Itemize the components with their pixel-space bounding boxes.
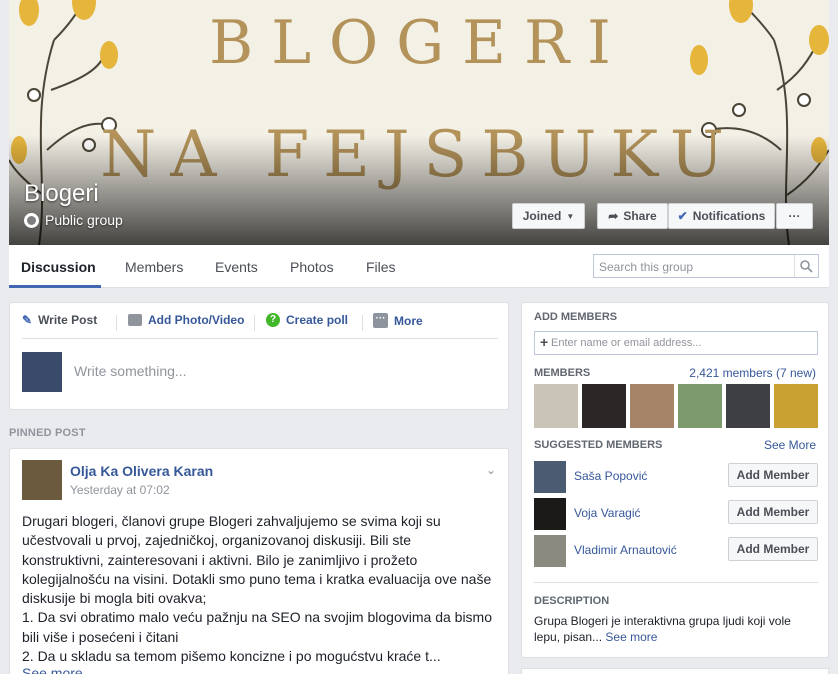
- avatar[interactable]: [534, 461, 566, 493]
- more-options-label: ···: [788, 209, 801, 223]
- post-body: Drugari blogeri, članovi grupe Blogeri z…: [22, 512, 498, 666]
- group-cover: BLOGERI NA FEJSBUKU Blogeri Public group…: [9, 0, 829, 245]
- post-composer: ✎ Write Post Add Photo/Video ? Create po…: [9, 302, 509, 410]
- group-name[interactable]: Blogeri: [24, 180, 99, 208]
- member-avatar[interactable]: [774, 384, 818, 428]
- member-avatar[interactable]: [678, 384, 722, 428]
- create-poll-label: Create poll: [286, 313, 349, 327]
- more-options-button[interactable]: ···: [776, 203, 813, 229]
- post-line: kolegijalnošću na visini. Dotakli smo pu…: [22, 570, 492, 587]
- description-heading: DESCRIPTION: [534, 595, 610, 607]
- write-post-label: Write Post: [38, 313, 98, 327]
- add-photo-label: Add Photo/Video: [148, 313, 245, 327]
- member-avatar[interactable]: [630, 384, 674, 428]
- globe-icon: [24, 212, 39, 228]
- write-post-tab[interactable]: ✎ Write Post: [22, 313, 97, 327]
- post-author[interactable]: Olja Ka Olivera Karan: [70, 463, 213, 479]
- post-line: učestvovali u prvoj, zajedničkoj, organi…: [22, 532, 412, 549]
- composer-divider: [22, 338, 498, 339]
- share-button-label: Share: [623, 209, 657, 223]
- group-privacy: Public group: [24, 212, 123, 228]
- post-line: diskusije bi mogla biti ovakva;: [22, 590, 207, 607]
- search-placeholder: Search this group: [599, 260, 694, 274]
- member-avatar[interactable]: [534, 384, 578, 428]
- post-line: 2. Da u skladu sa temom pišemo koncizne …: [22, 648, 441, 665]
- more-dots-icon: ···: [373, 313, 388, 328]
- notifications-button-label: Notifications: [692, 209, 766, 223]
- joined-button[interactable]: Joined ▼: [512, 203, 585, 229]
- tab-events[interactable]: Events: [215, 259, 258, 275]
- member-avatar[interactable]: [582, 384, 626, 428]
- see-more-members-link[interactable]: See More: [764, 438, 816, 452]
- post-line: Drugari blogeri, članovi grupe Blogeri z…: [22, 513, 441, 529]
- add-members-heading: ADD MEMBERS: [534, 311, 618, 323]
- chevron-down-icon[interactable]: ⌄: [486, 463, 496, 477]
- post-line: bili više i posećeni i čitani: [22, 628, 179, 645]
- suggested-member-name[interactable]: Voja Varagić: [574, 506, 641, 520]
- composer-input[interactable]: Write something...: [74, 363, 187, 379]
- notifications-button[interactable]: ✔ Notifications: [668, 203, 775, 229]
- add-member-button[interactable]: Add Member: [728, 463, 818, 487]
- add-members-placeholder: Enter name or email address...: [551, 337, 702, 349]
- divider: [254, 315, 255, 331]
- members-heading: MEMBERS: [534, 367, 591, 379]
- description-see-more-link[interactable]: See more: [605, 630, 657, 644]
- pinned-post-label: PINNED POST: [9, 427, 86, 439]
- sidebar-next-card: [521, 668, 829, 674]
- add-members-input[interactable]: + Enter name or email address...: [534, 331, 818, 355]
- tab-members[interactable]: Members: [125, 259, 183, 275]
- tab-files[interactable]: Files: [366, 259, 396, 275]
- group-sidebar: ADD MEMBERS + Enter name or email addres…: [521, 302, 829, 658]
- see-more-link[interactable]: See more: [22, 665, 83, 674]
- avatar[interactable]: [22, 460, 62, 500]
- post-line: 1. Da svi obratimo malo veću pažnju na S…: [22, 609, 492, 626]
- add-photo-video-tab[interactable]: Add Photo/Video: [128, 313, 244, 327]
- divider: [116, 315, 117, 331]
- post-timestamp[interactable]: Yesterday at 07:02: [70, 483, 170, 497]
- member-avatar[interactable]: [726, 384, 770, 428]
- tab-photos[interactable]: Photos: [290, 259, 334, 275]
- search-button[interactable]: [794, 255, 818, 277]
- more-composer-tab[interactable]: ··· More: [373, 313, 423, 328]
- suggested-member-row: Vladimir Arnautović Add Member: [534, 535, 818, 567]
- divider: [362, 315, 363, 331]
- poll-icon: ?: [266, 313, 280, 327]
- divider: [534, 582, 818, 583]
- share-icon: ➦: [608, 209, 619, 223]
- suggested-member-row: Saša Popović Add Member: [534, 461, 818, 493]
- suggested-member-row: Voja Varagić Add Member: [534, 498, 818, 530]
- caret-down-icon: ▼: [566, 211, 575, 221]
- more-label: More: [394, 313, 423, 328]
- pinned-post: Olja Ka Olivera Karan Yesterday at 07:02…: [9, 448, 509, 674]
- cover-title-line1: BLOGERI: [209, 8, 629, 78]
- group-description: Grupa Blogeri je interaktivna grupa ljud…: [534, 613, 818, 645]
- plus-icon: +: [540, 334, 549, 350]
- description-line: Grupa Blogeri je interaktivna grupa ljud…: [534, 614, 791, 628]
- check-icon: ✔: [677, 209, 688, 223]
- add-member-button[interactable]: Add Member: [728, 500, 818, 524]
- avatar[interactable]: [22, 352, 62, 392]
- group-tabs: Discussion Members Events Photos Files S…: [9, 245, 829, 288]
- suggested-members-heading: SUGGESTED MEMBERS: [534, 439, 663, 451]
- create-poll-tab[interactable]: ? Create poll: [266, 313, 348, 327]
- group-search-input[interactable]: Search this group: [593, 254, 819, 278]
- suggested-member-name[interactable]: Vladimir Arnautović: [574, 543, 677, 557]
- suggested-member-name[interactable]: Saša Popović: [574, 469, 647, 483]
- post-line: konstruktivni, zainteresovani i aktivni.…: [22, 551, 418, 568]
- members-count-link[interactable]: 2,421 members (7 new): [689, 366, 816, 380]
- description-line: lepu, pisan...: [534, 630, 603, 644]
- pencil-icon: ✎: [22, 313, 33, 327]
- add-member-button[interactable]: Add Member: [728, 537, 818, 561]
- camera-icon: [128, 314, 142, 326]
- active-tab-indicator: [9, 285, 101, 288]
- avatar[interactable]: [534, 535, 566, 567]
- avatar[interactable]: [534, 498, 566, 530]
- tab-discussion[interactable]: Discussion: [21, 259, 96, 275]
- description-line2: lepu, pisan... See more: [534, 629, 818, 645]
- search-icon: [800, 260, 813, 273]
- share-button[interactable]: ➦ Share: [597, 203, 668, 229]
- group-privacy-label: Public group: [45, 212, 123, 228]
- joined-button-label: Joined: [522, 209, 562, 223]
